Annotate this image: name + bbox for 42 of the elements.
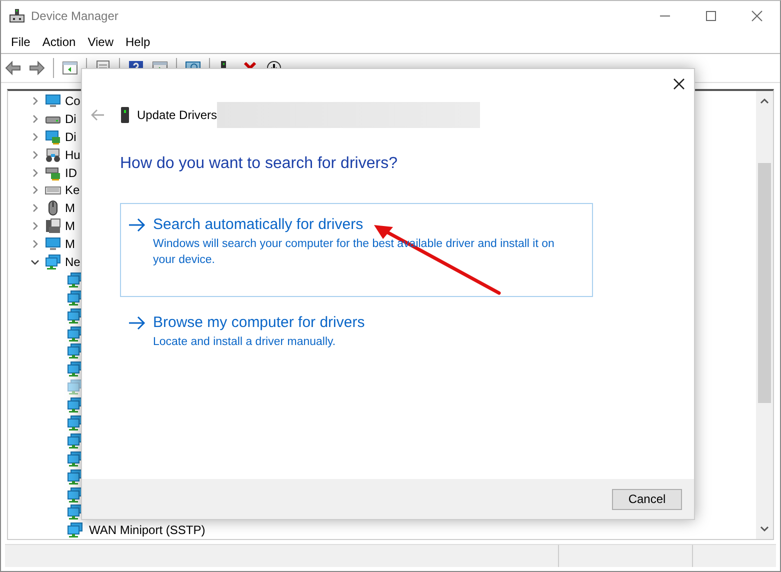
cancel-button[interactable]: Cancel [612, 488, 682, 510]
arrow-right-icon [128, 218, 146, 232]
back-icon[interactable] [5, 60, 21, 76]
menu-item[interactable]: Help [120, 35, 156, 49]
scrollbar[interactable] [756, 91, 773, 539]
tree-item[interactable]: M [65, 201, 75, 216]
device-icon [121, 107, 129, 123]
computer-icon [45, 92, 61, 109]
scroll-down-icon[interactable] [760, 526, 769, 532]
hid-icon [45, 146, 61, 163]
network-icon [45, 254, 61, 270]
close-icon[interactable] [673, 78, 685, 90]
arrow-right-icon [128, 316, 146, 330]
back-arrow-icon[interactable] [91, 109, 105, 121]
tree-item[interactable]: Ne [65, 254, 80, 269]
tree-item[interactable]: ID [65, 166, 77, 180]
tree-item[interactable]: Di [65, 112, 76, 126]
tree-item[interactable]: Ke [65, 183, 80, 198]
display-icon [45, 128, 61, 145]
window-pane-icon[interactable] [62, 60, 78, 76]
window-title: Device Manager [31, 9, 118, 23]
tree-item[interactable]: Di [65, 130, 76, 144]
dialog-title: Update Drivers [137, 108, 218, 122]
option-title[interactable]: Browse my computer for drivers [153, 314, 365, 331]
tree-item[interactable]: M [65, 237, 75, 252]
tree-item[interactable]: M [65, 219, 75, 234]
menu-item[interactable]: Action [36, 35, 82, 49]
tree-item[interactable]: Co [65, 94, 80, 108]
tree-item[interactable]: WAN Miniport (SSTP) [89, 523, 206, 538]
ide-icon [45, 164, 61, 180]
forward-icon[interactable] [29, 60, 45, 76]
option-title[interactable]: Search automatically for drivers [153, 216, 364, 233]
option-card[interactable]: Browse my computer for drivers Locate and install a driver manually. [120, 301, 593, 361]
tree-item[interactable]: Hu [65, 148, 80, 162]
scroll-up-icon[interactable] [760, 98, 769, 104]
dialog-heading: How do you want to search for drivers? [120, 155, 398, 173]
modem-icon [45, 218, 61, 234]
menu-item[interactable]: View [82, 35, 120, 49]
device-manager-icon [9, 8, 25, 24]
monitor-icon [45, 236, 61, 252]
menu-item[interactable]: File [5, 35, 36, 49]
option-description: Locate and install a driver manually. [153, 335, 337, 350]
